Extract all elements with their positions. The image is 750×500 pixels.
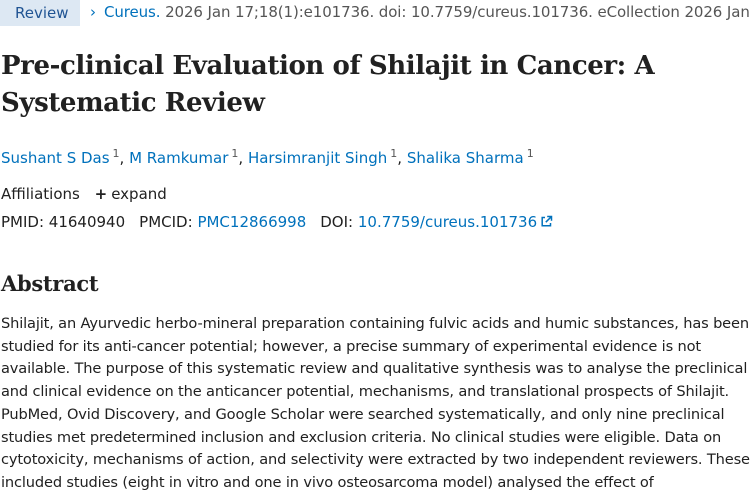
article-title: Pre-clinical Evaluation of Shilajit in C… (1, 51, 655, 118)
journal-link[interactable]: Cureus. (104, 3, 161, 21)
plus-icon: + (94, 185, 108, 203)
author-link[interactable]: Harsimranjit Singh (248, 149, 387, 167)
affiliations-label: Affiliations (1, 185, 80, 203)
article-type-badge[interactable]: Review (0, 0, 80, 26)
expand-affiliations-button[interactable]: + expand (95, 185, 167, 203)
doi-value: 10.7759/cureus.101736 (357, 213, 538, 231)
affiliations-row: Affiliations + expand (1, 185, 167, 203)
affiliation-ref[interactable]: 1 (113, 147, 120, 160)
abstract-heading: Abstract (1, 271, 99, 296)
journal-citation: › Cureus. 2026 Jan 17;18(1):e101736. doi:… (90, 3, 750, 21)
abstract-text: Shilajit, an Ayurvedic herbo-mineral pre… (1, 315, 750, 491)
author-separator: , (119, 149, 130, 167)
pmid-label: PMID: (1, 213, 45, 231)
citation-details: 2026 Jan 17;18(1):e101736. doi: 10.7759/… (160, 3, 750, 21)
affiliation-ref[interactable]: 1 (527, 147, 534, 160)
author-separator: , (397, 149, 407, 167)
doi-link[interactable]: 10.7759/cureus.101736 (358, 213, 553, 231)
identifiers-row: PMID: 41640940 PMCID: PMC12866998 DOI: 10.… (1, 213, 553, 231)
author-link[interactable]: Shalika Sharma (407, 149, 524, 167)
pmcid-label: PMCID: (139, 213, 193, 231)
chevron-right-icon: › (90, 3, 96, 21)
pmid-value: 41640940 (48, 213, 126, 231)
external-link-icon (541, 215, 553, 227)
author-link[interactable]: Sushant S Das (1, 149, 110, 167)
citation-bar: Review › Cureus. 2026 Jan 17;18(1):e10173… (0, 0, 750, 26)
author-separator: , (238, 149, 248, 167)
pmcid-link[interactable]: PMC12866998 (197, 213, 306, 231)
author-link[interactable]: M Ramkumar (129, 149, 228, 167)
doi-label: DOI: (320, 213, 354, 231)
expand-label: expand (111, 185, 167, 203)
author-list: Sushant S Das 1, M Ramkumar 1, Harsimranji… (1, 147, 534, 167)
